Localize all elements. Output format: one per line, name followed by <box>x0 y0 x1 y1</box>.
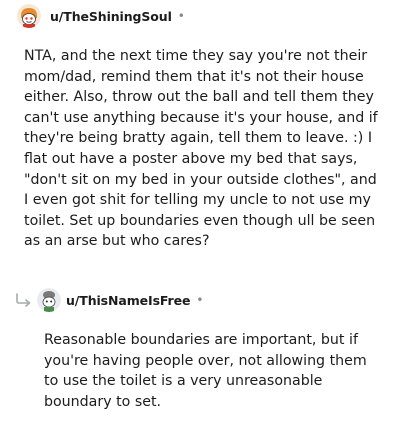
comment-header: u/TheShiningSoul • <box>17 4 185 28</box>
username-link[interactable]: u/ThisNameIsFree <box>66 293 190 308</box>
comment-body: NTA, and the next time they say you're n… <box>24 48 378 250</box>
meta-separator: • <box>177 9 185 23</box>
reply-header: u/ThisNameIsFree • <box>37 288 203 312</box>
reply-body: Reasonable boundaries are important, but… <box>44 332 367 410</box>
user-avatar-icon[interactable] <box>17 4 41 28</box>
reply-arrow-icon <box>14 292 34 312</box>
meta-separator: • <box>196 293 204 307</box>
comment-thread: u/TheShiningSoul • NTA, and the next tim… <box>0 0 400 438</box>
user-avatar-icon[interactable] <box>37 288 61 312</box>
username-link[interactable]: u/TheShiningSoul <box>50 9 172 24</box>
